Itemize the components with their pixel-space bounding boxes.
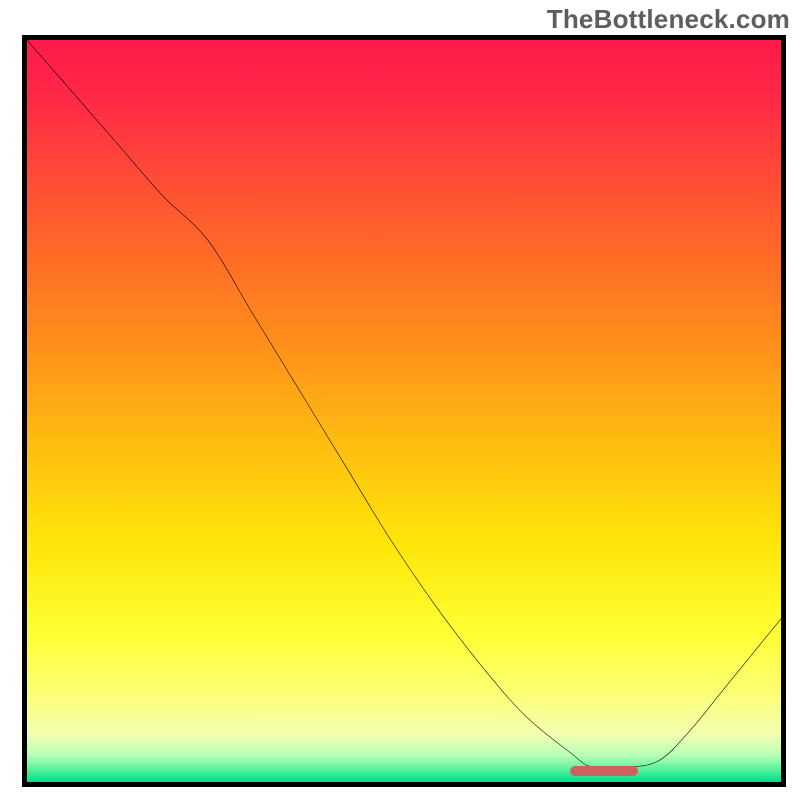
trough-marker xyxy=(570,766,638,776)
line-curve xyxy=(27,40,781,782)
watermark-text: TheBottleneck.com xyxy=(547,4,790,35)
plot-area xyxy=(22,35,786,787)
chart-frame: TheBottleneck.com xyxy=(0,0,800,800)
